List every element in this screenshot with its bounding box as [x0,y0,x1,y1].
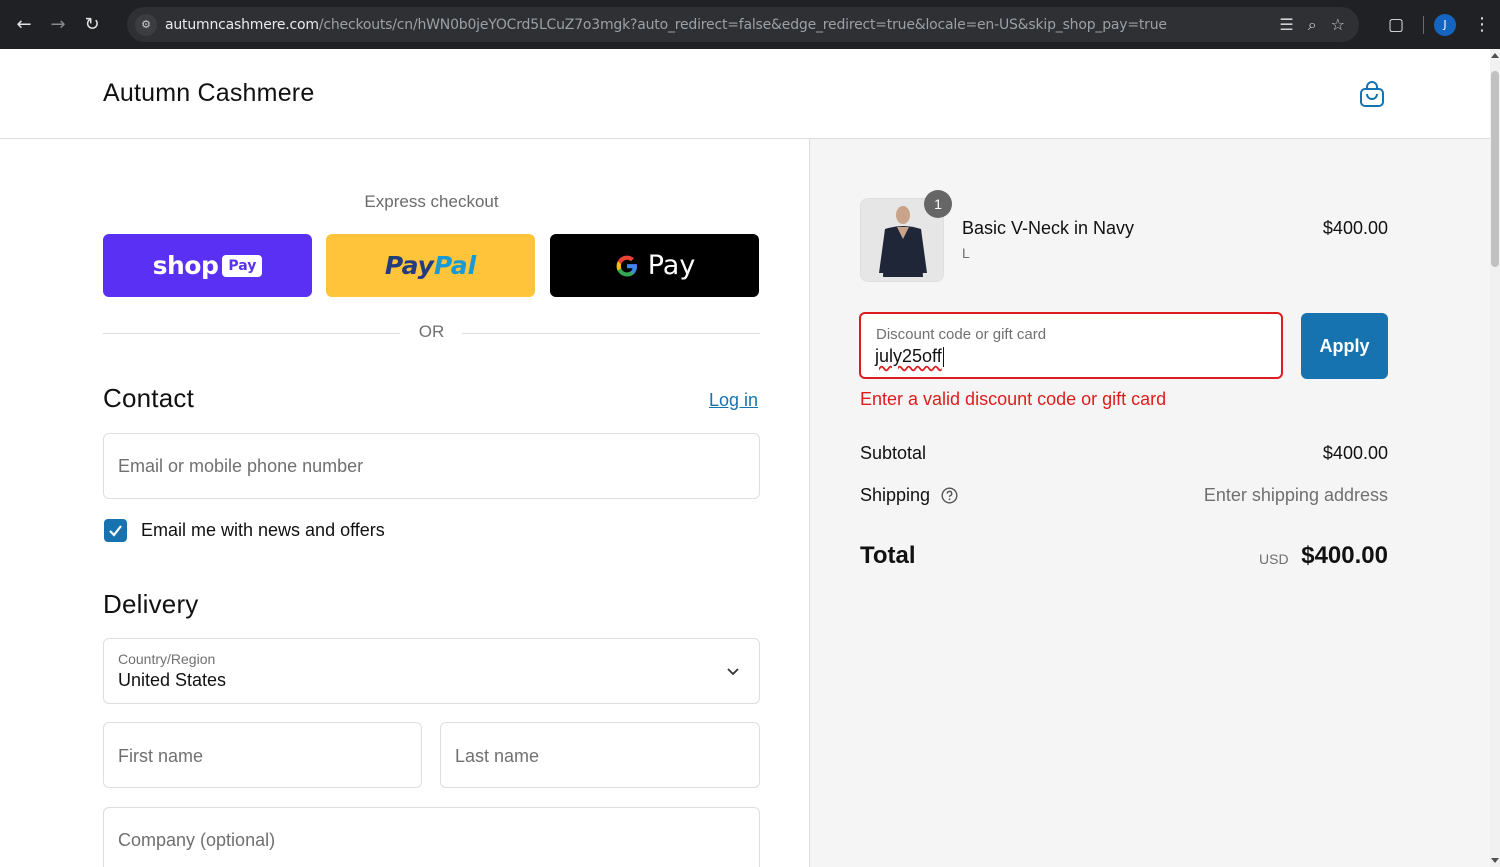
delivery-title: Delivery [103,589,199,619]
shop-pay-button[interactable]: shop Pay [103,234,312,297]
login-link[interactable]: Log in [709,390,758,411]
email-placeholder: Email or mobile phone number [118,456,364,476]
bookmark-star-icon[interactable]: ☆ [1331,15,1345,34]
url-path: /checkouts/cn/hWN0b0jeYOCrd5LCuZ7o3mgk?a… [318,16,1167,33]
company-placeholder: Company (optional) [118,830,276,850]
scroll-up-arrow-icon[interactable] [1491,53,1499,58]
first-name-placeholder: First name [118,746,204,766]
company-field[interactable]: Company (optional) [103,807,760,867]
product-name: Basic V-Neck in Navy [962,218,1135,238]
first-name-field[interactable]: First name [103,722,422,788]
paypal-logo-part2: Pal [433,251,477,280]
express-checkout-title: Express checkout [364,192,499,211]
product-variant: L [962,245,970,261]
news-checkbox[interactable] [104,519,127,542]
quantity-badge: 1 [924,190,952,218]
google-pay-button[interactable]: Pay [550,234,759,297]
discount-value: july25off [875,346,944,368]
last-name-field[interactable]: Last name [440,722,760,788]
forward-arrow-icon[interactable]: → [41,8,75,42]
or-line-right [462,333,760,334]
store-brand[interactable]: Autumn Cashmere [103,79,314,108]
shipping-value: Enter shipping address [1203,485,1388,505]
scroll-down-arrow-icon[interactable] [1491,858,1499,863]
total-label: Total [860,542,916,569]
or-divider: OR [103,322,760,344]
url-text[interactable]: autumncashmere.com/checkouts/cn/hWN0b0je… [165,17,1167,33]
total-amount: $400.00 [1301,542,1388,569]
google-pay-label: Pay [647,250,696,281]
discount-label: Discount code or gift card [876,326,1047,343]
subtotal-value: $400.00 [1322,443,1388,463]
shop-pay-logo-text: shop [152,251,219,280]
paypal-button[interactable]: PayPal [326,234,535,297]
checkmark-icon [109,525,122,537]
paypal-logo: PayPal [385,251,476,280]
help-circle-icon[interactable] [941,487,958,504]
scrollbar-thumb[interactable] [1491,71,1499,267]
text-caret [942,347,944,368]
page-scrollbar[interactable] [1490,49,1500,867]
or-text: OR [418,322,445,341]
discount-value-text: july25off [875,346,942,366]
last-name-placeholder: Last name [455,746,540,766]
country-select[interactable]: Country/Region United States [103,638,760,704]
address-bar[interactable]: ⚙ autumncashmere.com/checkouts/cn/hWN0b0… [127,7,1359,42]
total-currency: USD [1259,551,1289,567]
extensions-icon[interactable]: ▢ [1379,15,1413,35]
email-field[interactable]: Email or mobile phone number [103,433,760,499]
shopping-bag-icon[interactable] [1357,79,1387,109]
site-info-icon[interactable]: ⚙ [135,13,157,36]
discount-error-message: Enter a valid discount code or gift card [860,389,1167,409]
url-host: autumncashmere.com [165,16,319,33]
subtotal-label: Subtotal [860,443,927,463]
apply-discount-button[interactable]: Apply [1301,313,1388,379]
country-value: United States [118,670,227,690]
discount-code-input[interactable]: Discount code or gift card july25off [859,312,1283,379]
back-arrow-icon[interactable]: ← [7,8,41,42]
news-checkbox-label[interactable]: Email me with news and offers [141,520,385,541]
store-header: Autumn Cashmere [0,49,1490,139]
translate-icon[interactable]: ☰ [1279,15,1293,34]
browser-menu-icon[interactable]: ⋮ [1472,14,1492,35]
google-g-icon [616,255,637,276]
paypal-logo-part1: Pay [384,251,434,280]
shipping-label: Shipping [860,485,931,505]
contact-title: Contact [103,383,195,413]
chevron-down-icon [727,668,739,676]
reload-icon[interactable]: ↻ [75,8,109,42]
shop-pay-badge: Pay [222,254,263,277]
country-label: Country/Region [118,651,216,667]
toolbar-divider [1423,15,1424,34]
browser-toolbar: ← → ↻ ⚙ autumncashmere.com/checkouts/cn/… [0,0,1500,49]
zoom-icon[interactable]: ⌕ [1308,15,1317,35]
profile-avatar[interactable]: J [1434,13,1456,36]
product-price: $400.00 [1322,218,1388,238]
